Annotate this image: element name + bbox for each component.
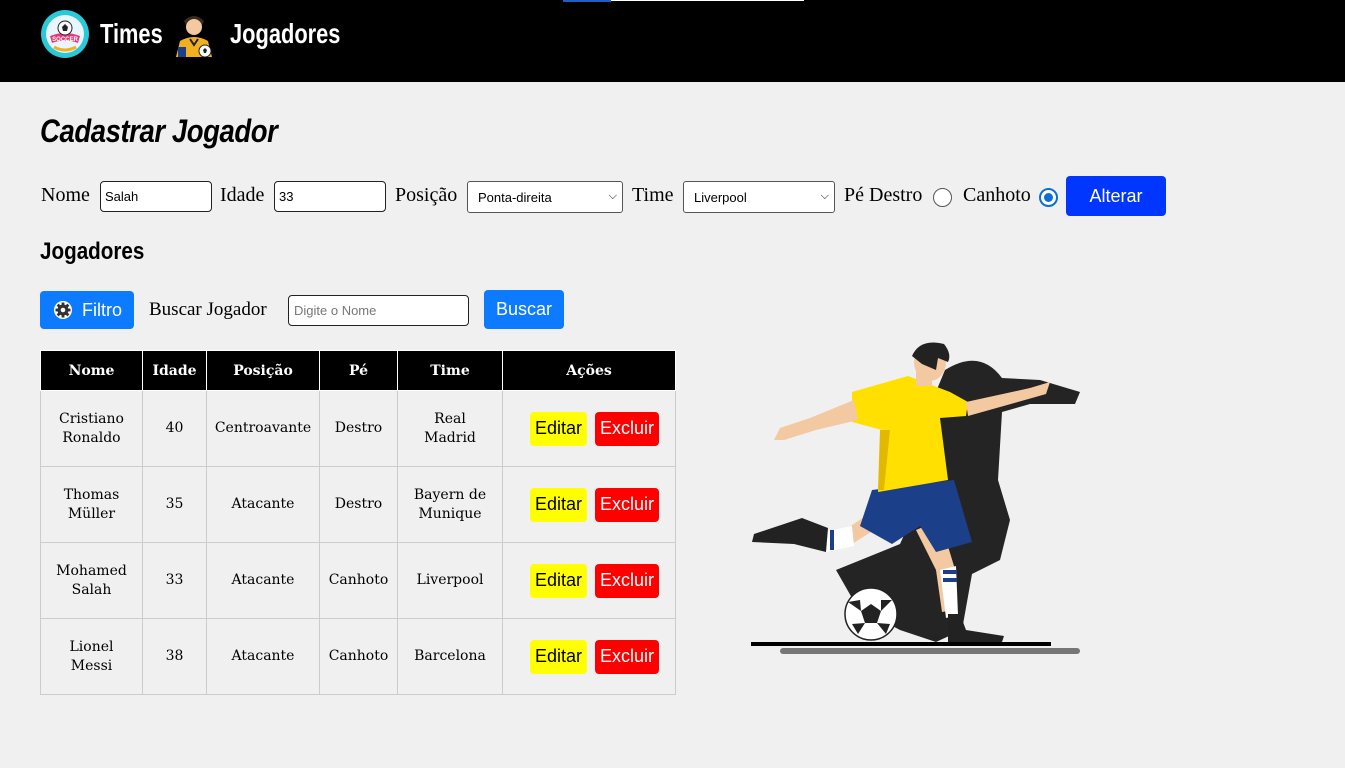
cell-acoes: Editar Excluir	[502, 618, 676, 695]
table-row: Thomas Müller 35 Atacante Destro Bayern d…	[40, 466, 676, 543]
edit-button[interactable]: Editar	[530, 563, 587, 598]
nav-link-times[interactable]: SOCCER Times	[40, 9, 180, 59]
table-row: Lionel Messi 38 Atacante Canhoto Barcelon…	[40, 618, 676, 695]
top-navbar: SOCCER Times Jogadores	[0, 0, 1345, 82]
cell-posicao: Centroavante	[206, 390, 320, 467]
nome-input-value: Salah	[105, 189, 139, 204]
idade-input-value: 33	[279, 189, 294, 204]
chevron-down-icon: ⌵	[608, 190, 617, 202]
table-row: Cristiano Ronaldo 40 Centroavante Destro …	[40, 390, 676, 467]
delete-button[interactable]: Excluir	[595, 563, 659, 598]
table-row: Mohamed Salah 33 Atacante Canhoto Liverpo…	[40, 542, 676, 619]
header-idade: Idade	[142, 350, 207, 391]
idade-input[interactable]: 33	[274, 181, 386, 212]
delete-button[interactable]: Excluir	[595, 487, 659, 522]
cell-acoes: Editar Excluir	[502, 542, 676, 619]
cell-idade: 35	[142, 466, 207, 543]
player-form: Nome Salah Idade 33 Posição Ponta-direit…	[0, 176, 1345, 216]
cell-idade: 38	[142, 618, 207, 695]
gear-icon	[54, 301, 72, 319]
nome-label: Nome	[41, 184, 90, 206]
table-header-row: Nome Idade Posição Pé Time Ações	[40, 350, 676, 391]
time-select-value: Liverpool	[694, 189, 747, 205]
cell-time: Bayern de Munique	[397, 466, 503, 543]
nome-input[interactable]: Salah	[100, 181, 212, 212]
cell-idade: 40	[142, 390, 207, 467]
pe-destro-radio[interactable]	[933, 188, 952, 207]
cell-time: Real Madrid	[397, 390, 503, 467]
posicao-label: Posição	[395, 184, 458, 206]
cell-time: Barcelona	[397, 618, 503, 695]
players-table: Nome Idade Posição Pé Time Ações Cristia…	[40, 350, 676, 695]
search-input[interactable]: Digite o Nome	[288, 295, 469, 326]
time-select[interactable]: Liverpool ⌵	[683, 181, 835, 213]
cell-time: Liverpool	[397, 542, 503, 619]
header-posicao: Posição	[206, 350, 320, 391]
cell-pe: Destro	[319, 466, 398, 543]
cell-pe: Destro	[319, 390, 398, 467]
chevron-down-icon: ⌵	[820, 190, 829, 202]
header-time: Time	[397, 350, 503, 391]
page-scroll-indicator	[563, 0, 804, 2]
cell-idade: 33	[142, 542, 207, 619]
svg-text:SOCCER: SOCCER	[52, 37, 78, 43]
delete-button[interactable]: Excluir	[595, 639, 659, 674]
cell-acoes: Editar Excluir	[502, 390, 676, 467]
posicao-select-value: Ponta-direita	[478, 189, 552, 205]
cell-posicao: Atacante	[206, 542, 320, 619]
pe-destro-label: Pé Destro	[844, 184, 923, 206]
alterar-button[interactable]: Alterar	[1066, 176, 1166, 216]
list-title: Jogadores	[40, 238, 145, 265]
soccer-player-illustration	[751, 342, 1080, 654]
delete-button[interactable]: Excluir	[595, 411, 659, 446]
cell-nome: Mohamed Salah	[40, 542, 143, 619]
idade-label: Idade	[220, 184, 265, 206]
canhoto-radio[interactable]	[1039, 188, 1058, 207]
header-pe: Pé	[319, 350, 398, 391]
edit-button[interactable]: Editar	[530, 639, 587, 674]
search-label: Buscar Jogador	[149, 299, 267, 320]
form-title: Cadastrar Jogador	[40, 113, 278, 149]
cell-acoes: Editar Excluir	[502, 466, 676, 543]
cell-pe: Canhoto	[319, 542, 398, 619]
posicao-select[interactable]: Ponta-direita ⌵	[467, 181, 623, 213]
edit-button[interactable]: Editar	[530, 487, 587, 522]
nav-link-jogadores[interactable]: Jogadores	[172, 9, 372, 59]
canhoto-label: Canhoto	[963, 184, 1031, 206]
cell-nome: Lionel Messi	[40, 618, 143, 695]
soccer-badge-icon: SOCCER	[41, 10, 89, 58]
cell-posicao: Atacante	[206, 466, 320, 543]
time-label: Time	[632, 184, 674, 206]
soccer-player-icon	[176, 16, 212, 58]
cell-posicao: Atacante	[206, 618, 320, 695]
cell-nome: Cristiano Ronaldo	[40, 390, 143, 467]
header-nome: Nome	[40, 350, 143, 391]
filter-button[interactable]: Filtro	[40, 291, 134, 329]
search-button[interactable]: Buscar	[484, 290, 564, 329]
cell-pe: Canhoto	[319, 618, 398, 695]
cell-nome: Thomas Müller	[40, 466, 143, 543]
nav-label-jogadores: Jogadores	[230, 18, 341, 49]
search-placeholder: Digite o Nome	[294, 303, 377, 318]
filter-button-label: Filtro	[82, 299, 122, 320]
nav-label-times: Times	[100, 18, 163, 49]
header-acoes: Ações	[502, 350, 676, 391]
edit-button[interactable]: Editar	[530, 411, 587, 446]
